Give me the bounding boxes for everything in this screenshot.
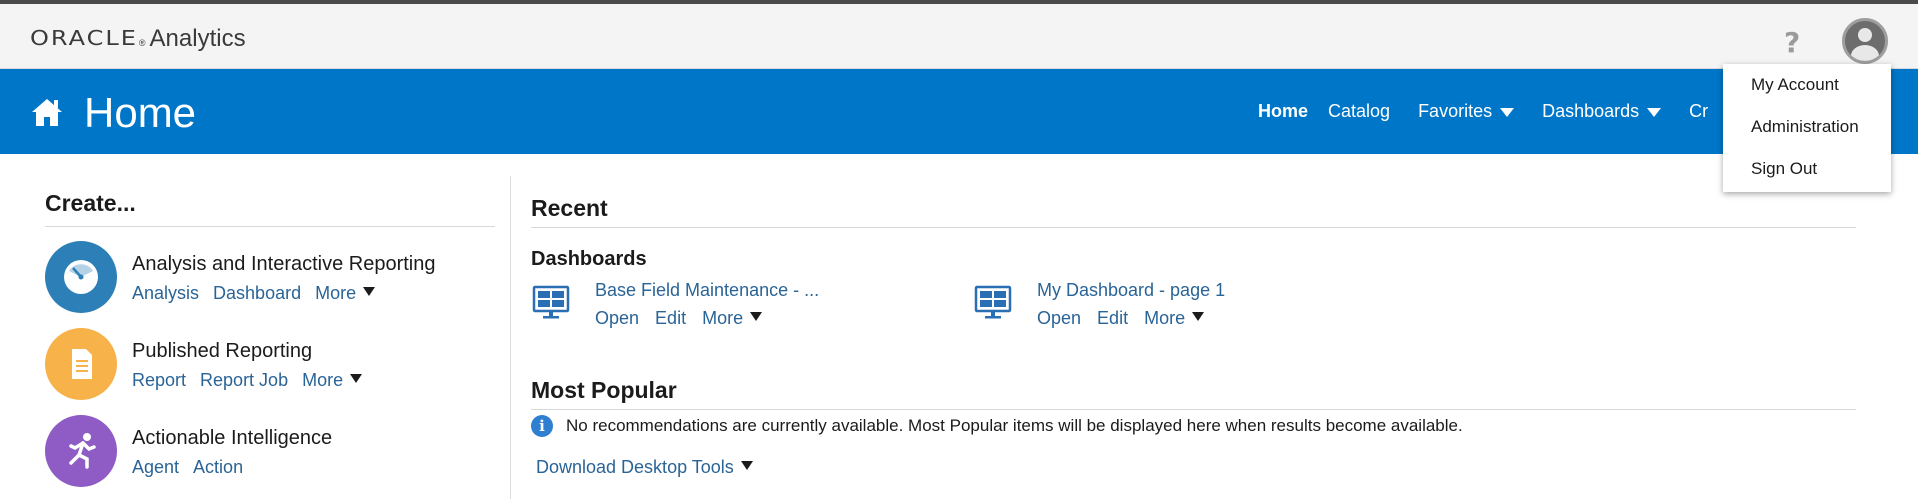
gauge-icon-glyph — [64, 260, 98, 294]
help-icon[interactable]: ? — [1784, 26, 1800, 59]
caret-down-icon — [363, 287, 376, 296]
create-more-link[interactable]: More — [315, 283, 376, 304]
recent-dashboard-item: Base Field Maintenance - ... Open Edit M… — [531, 280, 951, 340]
recent-dashboard-actions: Open Edit More — [595, 308, 778, 329]
nav-home[interactable]: Home — [1258, 101, 1308, 122]
dashboard-icon[interactable] — [531, 282, 571, 322]
more-label: More — [302, 370, 344, 390]
caret-down-icon — [1647, 108, 1662, 117]
nav-dashboards-label: Dashboards — [1542, 101, 1640, 121]
create-divider — [45, 226, 495, 227]
recent-dashboard-actions: Open Edit More — [1037, 308, 1220, 329]
nav-create-label: Cr — [1689, 101, 1709, 121]
caret-down-icon — [750, 312, 763, 321]
runner-icon-glyph — [69, 433, 96, 469]
user-avatar-icon[interactable] — [1842, 18, 1888, 64]
nav-create[interactable]: Cr — [1689, 101, 1708, 122]
brand-registered-mark: ® — [138, 38, 146, 48]
create-item-title: Published Reporting — [132, 340, 313, 362]
more-label: More — [315, 283, 357, 303]
more-label: More — [1144, 308, 1186, 328]
nav-home-label: Home — [1258, 101, 1309, 121]
brand-logo[interactable]: ORACLE ® Analytics — [30, 24, 246, 53]
dashboards-subheading: Dashboards — [531, 248, 647, 270]
create-heading: Create... — [45, 190, 136, 216]
recent-divider — [531, 227, 1856, 228]
info-icon: i — [531, 415, 553, 437]
recent-dashboard-item: My Dashboard - page 1 Open Edit More — [973, 280, 1393, 340]
recent-heading: Recent — [531, 195, 608, 221]
document-icon[interactable] — [45, 328, 117, 400]
create-dashboard-link[interactable]: Dashboard — [213, 283, 301, 304]
brand-product-name: Analytics — [149, 25, 246, 52]
nav-catalog[interactable]: Catalog — [1328, 101, 1390, 122]
nav-dashboards[interactable]: Dashboards — [1542, 101, 1662, 122]
column-divider — [510, 176, 511, 499]
create-item-actionable-intelligence: Actionable Intelligence Agent Action — [45, 415, 495, 491]
runner-icon[interactable] — [45, 415, 117, 487]
download-desktop-tools-label: Download Desktop Tools — [536, 457, 734, 477]
edit-link[interactable]: Edit — [1097, 308, 1128, 329]
user-menu: My Account Administration Sign Out — [1723, 64, 1891, 192]
caret-down-icon — [740, 461, 753, 470]
create-analysis-link[interactable]: Analysis — [132, 283, 199, 304]
home-icon[interactable] — [30, 95, 64, 129]
dashboard-icon[interactable] — [973, 282, 1013, 322]
create-item-published-reporting: Published Reporting Report Report Job Mo… — [45, 328, 495, 404]
more-link[interactable]: More — [1144, 308, 1205, 329]
create-item-title: Actionable Intelligence — [132, 427, 333, 449]
nav-favorites[interactable]: Favorites — [1418, 101, 1515, 122]
more-link[interactable]: More — [702, 308, 763, 329]
create-item-analysis: Analysis and Interactive Reporting Analy… — [45, 241, 495, 317]
menu-item-administration[interactable]: Administration — [1751, 117, 1859, 137]
no-recommendations-message: i No recommendations are currently avail… — [531, 415, 1463, 437]
recent-dashboard-name[interactable]: My Dashboard - page 1 — [1037, 280, 1225, 301]
open-link[interactable]: Open — [595, 308, 639, 329]
brand-oracle-text: ORACLE — [30, 26, 138, 50]
document-icon-glyph — [72, 349, 92, 379]
menu-item-my-account[interactable]: My Account — [1751, 75, 1839, 95]
top-bar: ORACLE ® Analytics ? — [0, 0, 1918, 69]
create-agent-link[interactable]: Agent — [132, 457, 179, 478]
nav-favorites-label: Favorites — [1418, 101, 1493, 121]
menu-item-sign-out[interactable]: Sign Out — [1751, 159, 1817, 179]
most-popular-divider — [531, 409, 1856, 410]
caret-down-icon — [1192, 312, 1205, 321]
create-item-links: Agent Action — [132, 457, 257, 478]
more-label: More — [702, 308, 744, 328]
caret-down-icon — [350, 374, 363, 383]
main-nav: Home Catalog Favorites Dashboards Cr — [1258, 101, 1736, 122]
avatar-torso — [1851, 45, 1879, 61]
open-link[interactable]: Open — [1037, 308, 1081, 329]
info-message-text: No recommendations are currently availab… — [566, 416, 1463, 435]
create-item-links: Report Report Job More — [132, 370, 376, 391]
caret-down-icon — [1500, 108, 1515, 117]
download-desktop-tools[interactable]: Download Desktop Tools — [536, 457, 753, 478]
avatar-head — [1858, 28, 1872, 42]
page-title: Home — [84, 89, 197, 136]
create-report-job-link[interactable]: Report Job — [200, 370, 288, 391]
most-popular-heading: Most Popular — [531, 377, 677, 403]
create-action-link[interactable]: Action — [193, 457, 243, 478]
create-more-link[interactable]: More — [302, 370, 363, 391]
create-item-links: Analysis Dashboard More — [132, 283, 389, 304]
page-header: Home Home Catalog Favorites Dashboards C… — [0, 69, 1918, 154]
recent-dashboard-name[interactable]: Base Field Maintenance - ... — [595, 280, 819, 301]
gauge-icon[interactable] — [45, 241, 117, 313]
create-item-title: Analysis and Interactive Reporting — [132, 253, 436, 275]
edit-link[interactable]: Edit — [655, 308, 686, 329]
nav-catalog-label: Catalog — [1328, 101, 1391, 121]
create-report-link[interactable]: Report — [132, 370, 186, 391]
